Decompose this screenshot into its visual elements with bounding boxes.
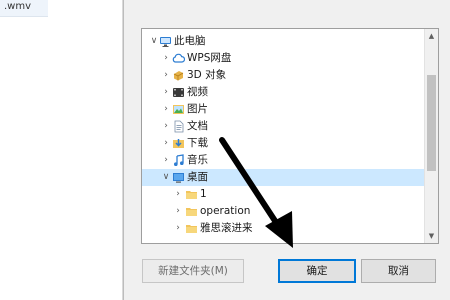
tree-item-label: 音乐 (187, 154, 208, 166)
chevron-right-icon[interactable]: › (161, 152, 171, 169)
pictures-folder-icon (172, 103, 185, 116)
ok-button[interactable]: 确定 (278, 259, 356, 283)
folder-tree-view[interactable]: ∨ 此电脑 › WPS网盘 › 3D 对象 › 视频 › 图片 › 文档 › 下载 › 音乐 ∨ 桌面 › 1 › ope… (141, 28, 439, 244)
downloads-folder-icon (172, 137, 185, 150)
3d-objects-icon (172, 69, 185, 82)
tree-item[interactable]: › operation (142, 203, 425, 220)
desktop-folder-icon (172, 171, 185, 184)
folder-tree: ∨ 此电脑 › WPS网盘 › 3D 对象 › 视频 › 图片 › 文档 › 下载 › 音乐 ∨ 桌面 › 1 › ope… (142, 29, 425, 243)
cancel-button[interactable]: 取消 (361, 259, 436, 283)
browse-folder-dialog: ∨ 此电脑 › WPS网盘 › 3D 对象 › 视频 › 图片 › 文档 › 下载 › 音乐 ∨ 桌面 › 1 › ope… (123, 0, 450, 300)
chevron-right-icon[interactable]: › (161, 118, 171, 135)
vertical-scrollbar[interactable]: ▲ ▼ (424, 29, 438, 243)
tree-item-label: 下载 (187, 137, 208, 149)
folder-icon (185, 205, 198, 218)
scroll-down-arrow-icon[interactable]: ▼ (425, 229, 438, 243)
tree-item-label: 桌面 (187, 171, 208, 183)
tree-item[interactable]: › 下载 (142, 135, 425, 152)
scroll-up-arrow-icon[interactable]: ▲ (425, 29, 438, 43)
tree-item-label: 图片 (187, 103, 208, 115)
cloud-icon (172, 52, 186, 65)
tree-item-label: operation (200, 205, 251, 217)
tree-item[interactable]: ∨ 桌面 (142, 169, 425, 186)
tree-item[interactable]: › 图片 (142, 101, 425, 118)
chevron-right-icon[interactable]: › (173, 186, 183, 203)
tree-item[interactable]: ∨ 此电脑 (142, 33, 425, 50)
tree-item-label: 3D 对象 (187, 69, 227, 81)
video-folder-icon (172, 86, 185, 99)
tree-item[interactable]: › 3D 对象 (142, 67, 425, 84)
tree-item-label: 视频 (187, 86, 208, 98)
tree-item-label: 雅思滚进来 (200, 222, 253, 234)
tree-item-label: 文档 (187, 120, 208, 132)
tree-item-label: WPS网盘 (187, 52, 232, 64)
chevron-down-icon[interactable]: ∨ (161, 169, 171, 186)
tree-item[interactable]: › 视频 (142, 84, 425, 101)
tree-item[interactable]: › 音乐 (142, 152, 425, 169)
tree-item[interactable]: › 1 (142, 186, 425, 203)
computer-icon (159, 35, 172, 48)
chevron-right-icon[interactable]: › (161, 84, 171, 101)
chevron-right-icon[interactable]: › (173, 220, 183, 237)
folder-icon (185, 188, 198, 201)
new-folder-button[interactable]: 新建文件夹(M) (142, 259, 244, 283)
tree-item[interactable]: › WPS网盘 (142, 50, 425, 67)
tree-item[interactable]: › 雅思滚进来 (142, 220, 425, 237)
background-explorer-panel: .wmv (0, 0, 123, 300)
chevron-right-icon[interactable]: › (161, 50, 171, 67)
tree-item-label: 1 (200, 188, 207, 200)
chevron-right-icon[interactable]: › (161, 101, 171, 118)
chevron-right-icon[interactable]: › (161, 67, 171, 84)
file-name-label[interactable]: .wmv (0, 0, 48, 17)
chevron-right-icon[interactable]: › (173, 203, 183, 220)
tree-item[interactable]: › 文档 (142, 118, 425, 135)
music-folder-icon (172, 154, 185, 167)
documents-folder-icon (172, 120, 185, 133)
tree-item-label: 此电脑 (174, 35, 206, 47)
chevron-right-icon[interactable]: › (161, 135, 171, 152)
folder-icon (185, 222, 198, 235)
scroll-thumb[interactable] (427, 75, 436, 171)
chevron-down-icon[interactable]: ∨ (149, 33, 159, 50)
